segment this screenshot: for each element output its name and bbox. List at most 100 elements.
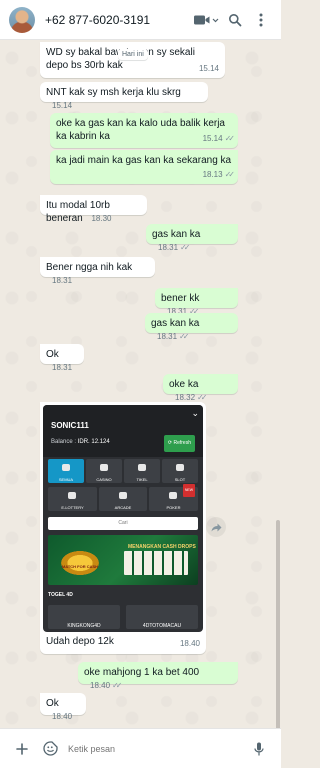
menu-label: SEMUA xyxy=(58,477,74,482)
more-options-icon[interactable] xyxy=(251,10,271,30)
balance-value: IDR. 12.124 xyxy=(77,439,110,445)
all-icon xyxy=(62,464,70,471)
menu-label: ARCADE xyxy=(114,505,132,510)
sticker-icon[interactable] xyxy=(40,739,60,759)
message-time: 15.14 xyxy=(198,64,219,73)
message-text: gas kan ka xyxy=(152,229,201,240)
contact-name[interactable]: +62 877-6020-3191 xyxy=(45,13,191,27)
menu-item-slot: SLOT xyxy=(162,459,198,483)
menu-item-e-lottery: E-LOTTERY xyxy=(48,487,97,511)
attach-plus-icon[interactable] xyxy=(12,739,32,759)
read-ticks-icon: ✓✓ xyxy=(197,393,208,402)
refresh-button: ⟳ Refresh xyxy=(163,435,195,452)
message-text: Ok xyxy=(46,698,59,709)
balance-label: Balance xyxy=(51,439,73,445)
chat-header: +62 877-6020-3191 xyxy=(0,0,281,40)
site-name: SONIC111 xyxy=(51,421,89,430)
message-time: 18.13 xyxy=(202,170,223,179)
menu-label: SLOT xyxy=(174,477,186,482)
screenshot-search: Cari xyxy=(48,517,198,530)
message-outgoing[interactable]: oke mahjong 1 ka bet 400 18.40 ✓✓ xyxy=(78,662,238,690)
message-input[interactable] xyxy=(68,743,249,754)
forward-button[interactable] xyxy=(206,517,226,537)
message-time: 18.40 xyxy=(90,681,111,690)
message-time: 18.40 xyxy=(179,639,200,648)
message-outgoing[interactable]: bener kk 18.31 ✓✓ xyxy=(155,288,238,316)
date-pill: Hari ini xyxy=(118,49,148,60)
screenshot-header: ⌄ SONIC111 Balance : IDR. 12.124 ⟳ Refre… xyxy=(43,405,203,457)
togel-item-label: 4DTOTOMACAU xyxy=(142,623,182,629)
read-ticks-icon: ✓✓ xyxy=(180,243,191,252)
togel-item: KINGKONG4D xyxy=(48,605,120,629)
message-text: NNT kak sy msh kerja klu skrg xyxy=(46,87,181,98)
message-time: 18.31 xyxy=(52,363,73,372)
read-ticks-icon: ✓✓ xyxy=(112,681,123,690)
message-status: 18.31 ✓✓ xyxy=(157,330,190,343)
message-status: 18.31 ✓✓ xyxy=(158,241,191,254)
image-caption: Udah depo 12k xyxy=(46,636,114,647)
message-incoming[interactable]: Itu modal 10rb beneran 18.30 xyxy=(40,195,147,224)
message-text: Ok xyxy=(46,349,59,360)
menu-item-poker: NEW POKER xyxy=(149,484,198,511)
menu-label: CASINO xyxy=(96,477,112,482)
message-time: 18.31 xyxy=(157,332,178,341)
mahjong-tiles-image xyxy=(124,551,188,575)
casino-icon xyxy=(100,464,108,471)
new-badge: NEW xyxy=(182,484,195,497)
refresh-icon: ⟳ xyxy=(167,440,173,446)
message-outgoing[interactable]: oke ka 18.32 ✓✓ xyxy=(163,374,238,402)
menu-label: TIKEL xyxy=(136,477,148,482)
message-text: ka jadi main ka gas kan ka sekarang ka xyxy=(56,155,232,166)
message-text: bener kk xyxy=(161,293,200,304)
balance-row: Balance : IDR. 12.124 xyxy=(51,439,110,445)
forward-icon xyxy=(211,523,221,531)
message-outgoing[interactable]: gas kan ka 18.31 ✓✓ xyxy=(145,313,238,341)
togel-item: 4DTOTOMACAU xyxy=(126,605,198,629)
message-outgoing[interactable]: oke ka gas kan ka kalo uda balik kerja k… xyxy=(50,113,238,148)
menu-item-semua: SEMUA xyxy=(48,459,84,483)
message-incoming[interactable]: Ok 18.31 xyxy=(40,344,84,372)
message-status: 18.40 ✓✓ xyxy=(90,679,123,692)
lottery-icon xyxy=(68,492,76,499)
message-time: 18.32 xyxy=(175,393,196,402)
message-time: 15.14 xyxy=(52,101,73,110)
promo-banner: MATCH FOR CASH MENANGKAN CASH DROPS xyxy=(48,535,198,585)
search-icon[interactable] xyxy=(225,10,245,30)
image-message[interactable]: ⌄ SONIC111 Balance : IDR. 12.124 ⟳ Refre… xyxy=(40,402,206,654)
chat-scrollbar[interactable] xyxy=(276,520,280,728)
ticket-icon xyxy=(138,464,146,471)
arcade-icon xyxy=(119,492,127,499)
cards-icon xyxy=(169,492,177,499)
message-text: gas kan ka xyxy=(151,318,200,329)
menu-item-arcade: ARCADE xyxy=(99,487,147,511)
shared-screenshot[interactable]: ⌄ SONIC111 Balance : IDR. 12.124 ⟳ Refre… xyxy=(43,405,203,632)
message-incoming[interactable]: Ok 18.40 xyxy=(40,693,86,721)
message-text: Bener ngga nih kak xyxy=(46,262,133,273)
menu-label: E-LOTTERY xyxy=(61,505,84,510)
chat-area[interactable]: Hari ini WD sy bakal baw temen sy sekali… xyxy=(0,40,281,728)
message-time: 15.14 xyxy=(202,134,223,143)
message-outgoing[interactable]: ka jadi main ka gas kan ka sekarang ka 1… xyxy=(50,150,238,184)
menu-item-casino: CASINO xyxy=(86,459,122,483)
menu-label: POKER xyxy=(166,505,181,510)
togel-label: TOGEL 4D xyxy=(48,592,73,598)
promo-logo: MATCH FOR CASH xyxy=(58,549,102,577)
menu-item-tikel: TIKEL xyxy=(124,459,160,483)
contact-avatar[interactable] xyxy=(9,6,35,33)
read-ticks-icon: ✓✓ xyxy=(224,170,236,179)
message-text: oke mahjong 1 ka bet 400 xyxy=(84,667,200,678)
message-status: 15.14 ✓✓ xyxy=(202,132,236,145)
message-outgoing[interactable]: gas kan ka 18.31 ✓✓ xyxy=(146,224,238,252)
cherry-icon xyxy=(176,464,184,471)
message-incoming[interactable]: NNT kak sy msh kerja klu skrg 15.14 xyxy=(40,82,208,110)
message-time: 18.31 xyxy=(158,243,179,252)
message-incoming[interactable]: Bener ngga nih kak 18.31 xyxy=(40,257,155,285)
message-incoming[interactable]: WD sy bakal baw temen sy sekali depo bs … xyxy=(40,42,225,78)
message-status: 18.13 ✓✓ xyxy=(202,168,236,181)
message-time: 18.31 xyxy=(52,276,73,285)
message-time: 18.30 xyxy=(91,214,112,223)
video-call-icon[interactable] xyxy=(191,10,221,30)
microphone-icon[interactable] xyxy=(249,739,269,759)
message-text: oke ka xyxy=(169,379,199,390)
message-composer xyxy=(0,728,281,768)
